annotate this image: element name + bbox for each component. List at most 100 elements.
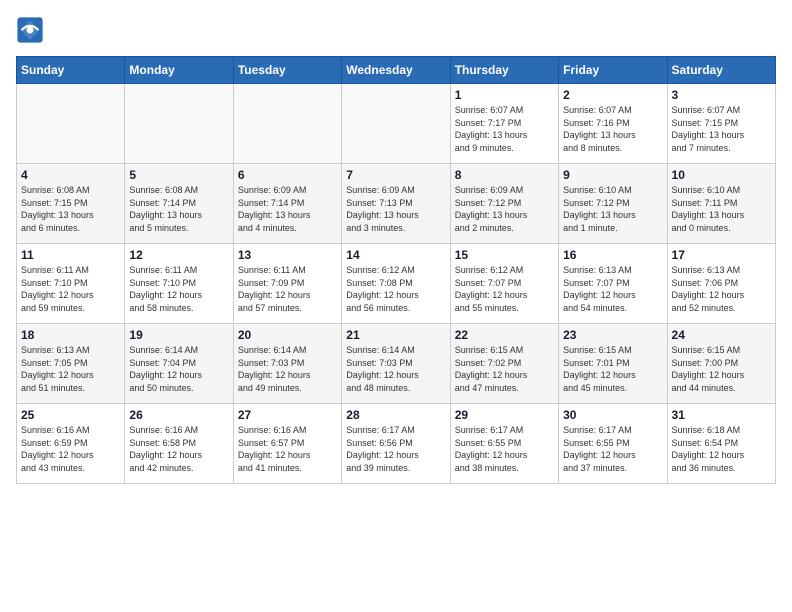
day-cell: 28 Sunrise: 6:17 AMSunset: 6:56 PMDayligh…: [342, 404, 450, 484]
day-cell: 14 Sunrise: 6:12 AMSunset: 7:08 PMDayligh…: [342, 244, 450, 324]
day-cell: 18 Sunrise: 6:13 AMSunset: 7:05 PMDayligh…: [17, 324, 125, 404]
day-detail: Sunrise: 6:08 AMSunset: 7:14 PMDaylight:…: [129, 184, 228, 234]
day-number: 18: [21, 328, 120, 342]
day-number: 15: [455, 248, 554, 262]
day-number: 14: [346, 248, 445, 262]
day-cell: 20 Sunrise: 6:14 AMSunset: 7:03 PMDayligh…: [233, 324, 341, 404]
day-number: 25: [21, 408, 120, 422]
day-detail: Sunrise: 6:16 AMSunset: 6:57 PMDaylight:…: [238, 424, 337, 474]
day-cell: 4 Sunrise: 6:08 AMSunset: 7:15 PMDaylight…: [17, 164, 125, 244]
weekday-header-wednesday: Wednesday: [342, 57, 450, 84]
day-number: 19: [129, 328, 228, 342]
day-cell: 7 Sunrise: 6:09 AMSunset: 7:13 PMDaylight…: [342, 164, 450, 244]
day-cell: 3 Sunrise: 6:07 AMSunset: 7:15 PMDaylight…: [667, 84, 775, 164]
day-cell: [233, 84, 341, 164]
day-cell: 12 Sunrise: 6:11 AMSunset: 7:10 PMDayligh…: [125, 244, 233, 324]
day-detail: Sunrise: 6:09 AMSunset: 7:13 PMDaylight:…: [346, 184, 445, 234]
calendar-body: 1Sunrise: 6:07 AMSunset: 7:17 PMDaylight…: [17, 84, 776, 484]
day-number: 27: [238, 408, 337, 422]
day-cell: 24 Sunrise: 6:15 AMSunset: 7:00 PMDayligh…: [667, 324, 775, 404]
day-number: 24: [672, 328, 771, 342]
day-number: 31: [672, 408, 771, 422]
day-cell: 6 Sunrise: 6:09 AMSunset: 7:14 PMDaylight…: [233, 164, 341, 244]
calendar-header: SundayMondayTuesdayWednesdayThursdayFrid…: [17, 57, 776, 84]
day-detail: Sunrise: 6:15 AMSunset: 7:00 PMDaylight:…: [672, 344, 771, 394]
day-cell: 9 Sunrise: 6:10 AMSunset: 7:12 PMDaylight…: [559, 164, 667, 244]
day-cell: 8Sunrise: 6:09 AMSunset: 7:12 PMDaylight…: [450, 164, 558, 244]
week-row-1: 1Sunrise: 6:07 AMSunset: 7:17 PMDaylight…: [17, 84, 776, 164]
day-number: 17: [672, 248, 771, 262]
day-number: 12: [129, 248, 228, 262]
day-number: 26: [129, 408, 228, 422]
day-number: 21: [346, 328, 445, 342]
day-cell: 2 Sunrise: 6:07 AMSunset: 7:16 PMDaylight…: [559, 84, 667, 164]
day-detail: Sunrise: 6:11 AMSunset: 7:10 PMDaylight:…: [21, 264, 120, 314]
day-detail: Sunrise: 6:12 AMSunset: 7:08 PMDaylight:…: [346, 264, 445, 314]
week-row-5: 25 Sunrise: 6:16 AMSunset: 6:59 PMDayligh…: [17, 404, 776, 484]
day-detail: Sunrise: 6:09 AMSunset: 7:12 PMDaylight:…: [455, 184, 554, 234]
day-detail: Sunrise: 6:17 AMSunset: 6:55 PMDaylight:…: [563, 424, 662, 474]
day-number: 9: [563, 168, 662, 182]
day-detail: Sunrise: 6:13 AMSunset: 7:05 PMDaylight:…: [21, 344, 120, 394]
weekday-header-tuesday: Tuesday: [233, 57, 341, 84]
day-detail: Sunrise: 6:07 AMSunset: 7:16 PMDaylight:…: [563, 104, 662, 154]
day-number: 29: [455, 408, 554, 422]
weekday-header-friday: Friday: [559, 57, 667, 84]
calendar-table: SundayMondayTuesdayWednesdayThursdayFrid…: [16, 56, 776, 484]
day-number: 6: [238, 168, 337, 182]
day-number: 16: [563, 248, 662, 262]
day-cell: 13 Sunrise: 6:11 AMSunset: 7:09 PMDayligh…: [233, 244, 341, 324]
day-detail: Sunrise: 6:12 AMSunset: 7:07 PMDaylight:…: [455, 264, 554, 314]
day-detail: Sunrise: 6:11 AMSunset: 7:09 PMDaylight:…: [238, 264, 337, 314]
day-number: 28: [346, 408, 445, 422]
day-detail: Sunrise: 6:14 AMSunset: 7:03 PMDaylight:…: [238, 344, 337, 394]
day-cell: 22 Sunrise: 6:15 AMSunset: 7:02 PMDayligh…: [450, 324, 558, 404]
day-cell: 1Sunrise: 6:07 AMSunset: 7:17 PMDaylight…: [450, 84, 558, 164]
day-detail: Sunrise: 6:13 AMSunset: 7:06 PMDaylight:…: [672, 264, 771, 314]
day-detail: Sunrise: 6:18 AMSunset: 6:54 PMDaylight:…: [672, 424, 771, 474]
day-cell: 16 Sunrise: 6:13 AMSunset: 7:07 PMDayligh…: [559, 244, 667, 324]
day-detail: Sunrise: 6:13 AMSunset: 7:07 PMDaylight:…: [563, 264, 662, 314]
day-cell: 31 Sunrise: 6:18 AMSunset: 6:54 PMDayligh…: [667, 404, 775, 484]
day-detail: Sunrise: 6:15 AMSunset: 7:01 PMDaylight:…: [563, 344, 662, 394]
day-number: 3: [672, 88, 771, 102]
day-number: 7: [346, 168, 445, 182]
day-detail: Sunrise: 6:08 AMSunset: 7:15 PMDaylight:…: [21, 184, 120, 234]
week-row-4: 18 Sunrise: 6:13 AMSunset: 7:05 PMDayligh…: [17, 324, 776, 404]
day-number: 30: [563, 408, 662, 422]
day-detail: Sunrise: 6:14 AMSunset: 7:04 PMDaylight:…: [129, 344, 228, 394]
day-number: 20: [238, 328, 337, 342]
day-cell: 15 Sunrise: 6:12 AMSunset: 7:07 PMDayligh…: [450, 244, 558, 324]
day-detail: Sunrise: 6:16 AMSunset: 6:58 PMDaylight:…: [129, 424, 228, 474]
day-number: 2: [563, 88, 662, 102]
day-cell: 17 Sunrise: 6:13 AMSunset: 7:06 PMDayligh…: [667, 244, 775, 324]
weekday-row: SundayMondayTuesdayWednesdayThursdayFrid…: [17, 57, 776, 84]
day-number: 13: [238, 248, 337, 262]
logo: [16, 16, 48, 44]
week-row-3: 11Sunrise: 6:11 AMSunset: 7:10 PMDayligh…: [17, 244, 776, 324]
day-detail: Sunrise: 6:11 AMSunset: 7:10 PMDaylight:…: [129, 264, 228, 314]
weekday-header-saturday: Saturday: [667, 57, 775, 84]
day-detail: Sunrise: 6:07 AMSunset: 7:15 PMDaylight:…: [672, 104, 771, 154]
day-detail: Sunrise: 6:10 AMSunset: 7:12 PMDaylight:…: [563, 184, 662, 234]
day-number: 4: [21, 168, 120, 182]
day-cell: 19 Sunrise: 6:14 AMSunset: 7:04 PMDayligh…: [125, 324, 233, 404]
day-detail: Sunrise: 6:07 AMSunset: 7:17 PMDaylight:…: [455, 104, 554, 154]
day-cell: [125, 84, 233, 164]
day-cell: 30 Sunrise: 6:17 AMSunset: 6:55 PMDayligh…: [559, 404, 667, 484]
day-detail: Sunrise: 6:17 AMSunset: 6:56 PMDaylight:…: [346, 424, 445, 474]
day-number: 22: [455, 328, 554, 342]
week-row-2: 4 Sunrise: 6:08 AMSunset: 7:15 PMDaylight…: [17, 164, 776, 244]
day-cell: 29Sunrise: 6:17 AMSunset: 6:55 PMDayligh…: [450, 404, 558, 484]
day-detail: Sunrise: 6:16 AMSunset: 6:59 PMDaylight:…: [21, 424, 120, 474]
day-cell: 21Sunrise: 6:14 AMSunset: 7:03 PMDayligh…: [342, 324, 450, 404]
weekday-header-sunday: Sunday: [17, 57, 125, 84]
day-detail: Sunrise: 6:15 AMSunset: 7:02 PMDaylight:…: [455, 344, 554, 394]
day-cell: 10Sunrise: 6:10 AMSunset: 7:11 PMDayligh…: [667, 164, 775, 244]
day-cell: [17, 84, 125, 164]
day-cell: 26 Sunrise: 6:16 AMSunset: 6:58 PMDayligh…: [125, 404, 233, 484]
day-cell: 25 Sunrise: 6:16 AMSunset: 6:59 PMDayligh…: [17, 404, 125, 484]
day-number: 23: [563, 328, 662, 342]
day-number: 10: [672, 168, 771, 182]
day-detail: Sunrise: 6:09 AMSunset: 7:14 PMDaylight:…: [238, 184, 337, 234]
